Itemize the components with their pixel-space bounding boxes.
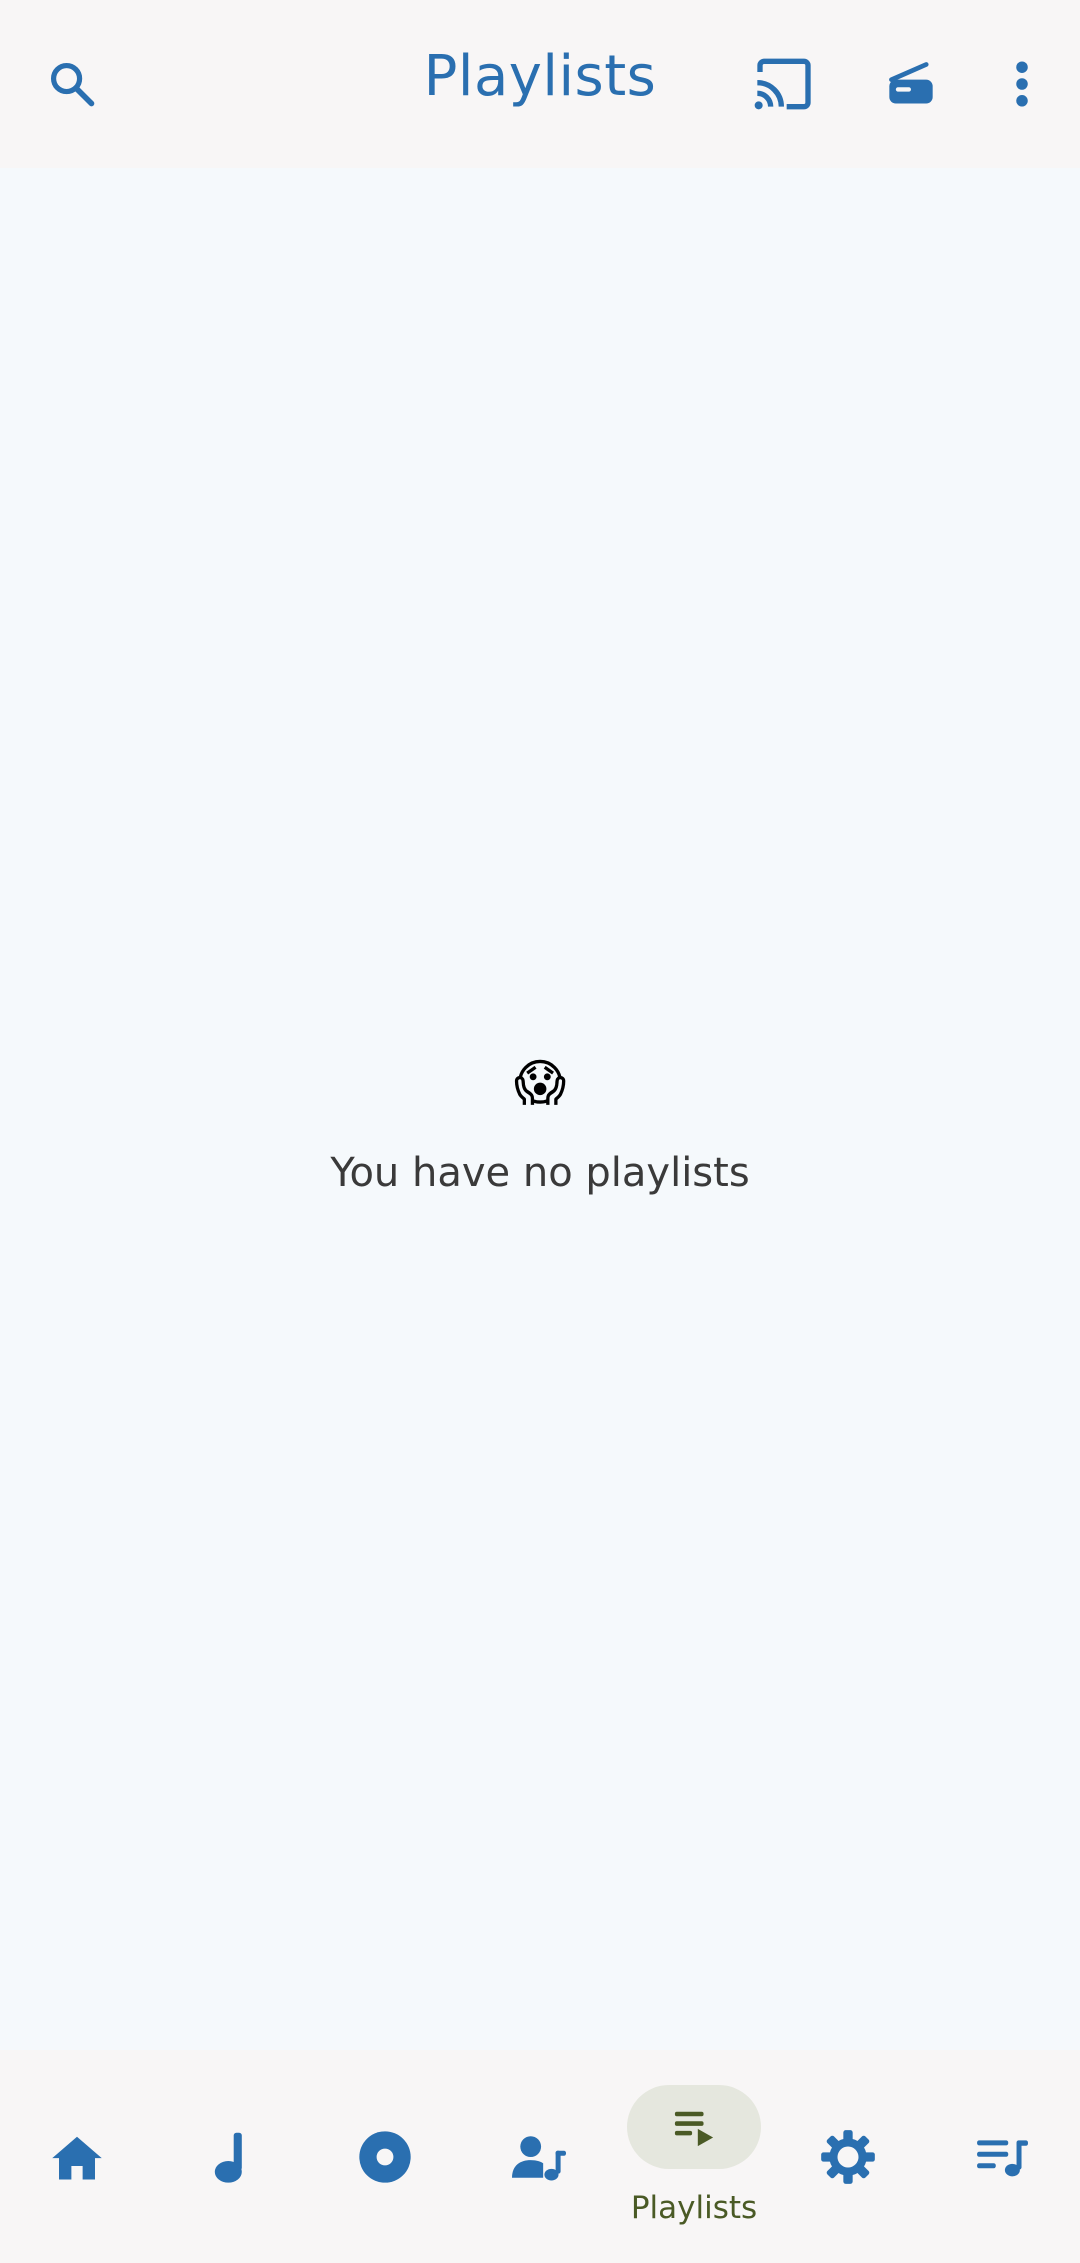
nav-item-playlists[interactable]: Playlists (617, 2050, 771, 2263)
nav-item-songs[interactable] (154, 2050, 308, 2263)
queue-music-icon (977, 2140, 1028, 2177)
cast-button[interactable] (734, 34, 834, 134)
more-options-button[interactable] (972, 34, 1072, 134)
music-note-icon (214, 2132, 242, 2183)
artist-icon (512, 2136, 566, 2181)
nav-label-playlists: Playlists (630, 2190, 758, 2226)
more-vert-icon (1016, 61, 1028, 107)
home-icon (52, 2136, 102, 2180)
nav-item-settings[interactable] (771, 2050, 925, 2263)
radio-button[interactable] (861, 34, 961, 134)
playlist-play-icon (674, 2111, 714, 2147)
nav-item-artists[interactable] (462, 2050, 616, 2263)
nav-item-home[interactable] (0, 2050, 154, 2263)
empty-state-message: You have no playlists (330, 1150, 750, 1196)
settings-icon (821, 2130, 875, 2184)
nav-item-albums[interactable] (308, 2050, 462, 2263)
album-icon (359, 2131, 411, 2183)
radio-icon (889, 62, 933, 104)
cast-icon (754, 58, 811, 110)
top-app-bar: Playlists (0, 0, 1080, 168)
nav-item-queue[interactable] (925, 2050, 1079, 2263)
bottom-navigation: Playlists (0, 2050, 1080, 2263)
scream-emoji: 😱 (513, 1054, 567, 1112)
